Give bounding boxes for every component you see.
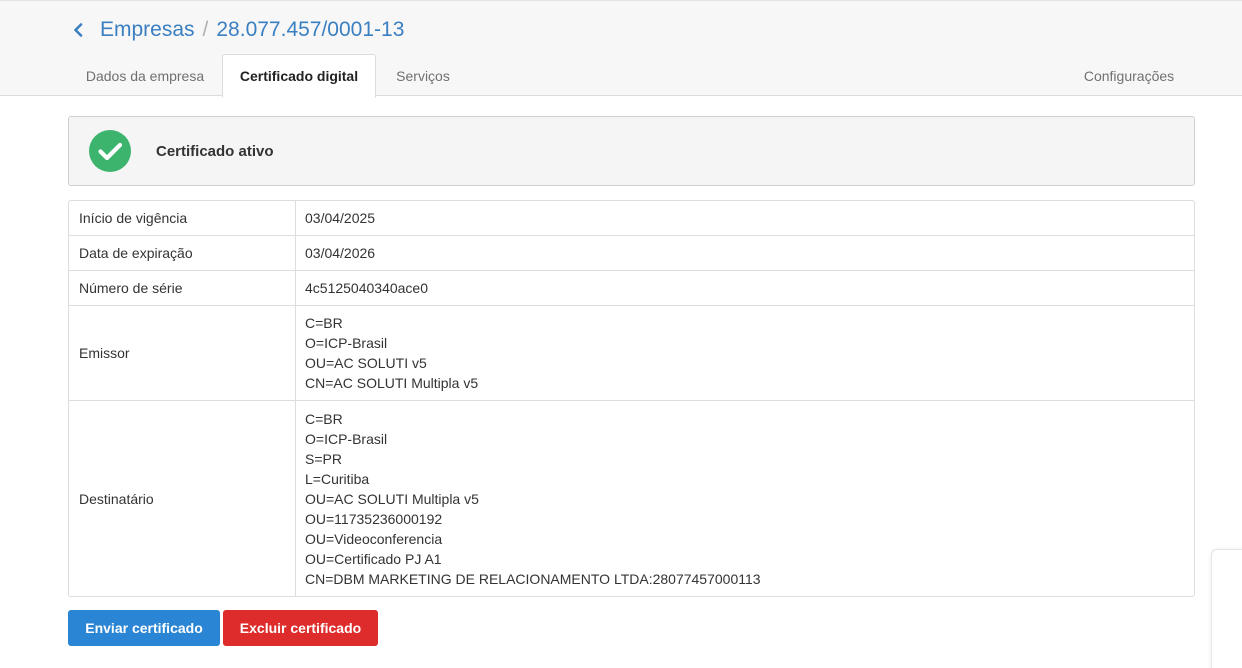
table-row: Destinatário C=BR O=ICP-Brasil S=PR L=Cu…: [69, 401, 1194, 596]
destinatario-line: C=BR: [305, 410, 343, 427]
destinatario-line: OU=Certificado PJ A1: [305, 550, 442, 567]
destinatario-line: OU=AC SOLUTI Multipla v5: [305, 490, 479, 507]
send-certificate-button[interactable]: Enviar certificado: [68, 610, 220, 646]
numero-serie-label: Número de série: [69, 271, 296, 305]
inicio-vigencia-text: 03/04/2025: [305, 210, 376, 226]
check-circle-icon: [89, 130, 131, 172]
table-row: Início de vigência 03/04/2025: [69, 201, 1194, 236]
tab-certificado-digital[interactable]: Certificado digital: [222, 54, 376, 98]
destinatario-label: Destinatário: [69, 401, 296, 596]
breadcrumb-empresas-link[interactable]: Empresas: [100, 18, 195, 42]
table-row: Número de série 4c5125040340ace0: [69, 271, 1194, 306]
table-row: Data de expiração 03/04/2026: [69, 236, 1194, 271]
emissor-line: OU=AC SOLUTI v5: [305, 355, 427, 371]
inicio-vigencia-label: Início de vigência: [69, 201, 296, 235]
data-expiracao-value: 03/04/2026: [296, 236, 1194, 270]
emissor-line: O=ICP-Brasil: [305, 335, 388, 351]
destinatario-line: CN=DBM MARKETING DE RELACIONAMENTO LTDA:…: [305, 570, 761, 587]
emissor-label: Emissor: [69, 306, 296, 400]
emissor-line: C=BR: [305, 315, 343, 331]
breadcrumb-current-cnpj: 28.077.457/0001-13: [216, 18, 405, 41]
numero-serie-text: 4c5125040340ace0: [305, 280, 429, 296]
destinatario-value: C=BR O=ICP-Brasil S=PR L=Curitiba OU=AC …: [296, 401, 1194, 596]
data-expiracao-text: 03/04/2026: [305, 245, 376, 261]
chevron-left-icon[interactable]: [72, 15, 90, 45]
certificate-status-text: Certificado ativo: [156, 142, 274, 160]
destinatario-line: OU=Videoconferencia: [305, 530, 443, 547]
inicio-vigencia-value: 03/04/2025: [296, 201, 1194, 235]
destinatario-line: OU=11735236000192: [305, 510, 443, 527]
destinatario-line: L=Curitiba: [305, 470, 370, 487]
breadcrumb: Empresas / 28.077.457/0001-13: [72, 15, 404, 45]
emissor-value: C=BR O=ICP-Brasil OU=AC SOLUTI v5 CN=AC …: [296, 306, 1194, 400]
emissor-line: CN=AC SOLUTI Multipla v5: [305, 375, 479, 391]
tab-bar: Dados da empresa Certificado digital Ser…: [68, 54, 1242, 98]
destinatario-line: O=ICP-Brasil: [305, 430, 388, 447]
floating-side-panel: [1211, 549, 1242, 668]
tab-dados-da-empresa[interactable]: Dados da empresa: [68, 54, 222, 97]
tab-servicos[interactable]: Serviços: [376, 54, 470, 97]
numero-serie-value: 4c5125040340ace0: [296, 271, 1194, 305]
delete-certificate-button[interactable]: Excluir certificado: [223, 610, 378, 646]
certificate-status-panel: Certificado ativo: [68, 116, 1195, 186]
tab-configuracoes[interactable]: Configurações: [1068, 54, 1190, 97]
data-expiracao-label: Data de expiração: [69, 236, 296, 270]
table-row: Emissor C=BR O=ICP-Brasil OU=AC SOLUTI v…: [69, 306, 1194, 401]
certificate-details-table: Início de vigência 03/04/2025 Data de ex…: [68, 200, 1195, 597]
destinatario-line: S=PR: [305, 450, 342, 467]
page-header: Empresas / 28.077.457/0001-13 Dados da e…: [0, 0, 1242, 98]
breadcrumb-separator: /: [202, 18, 209, 41]
